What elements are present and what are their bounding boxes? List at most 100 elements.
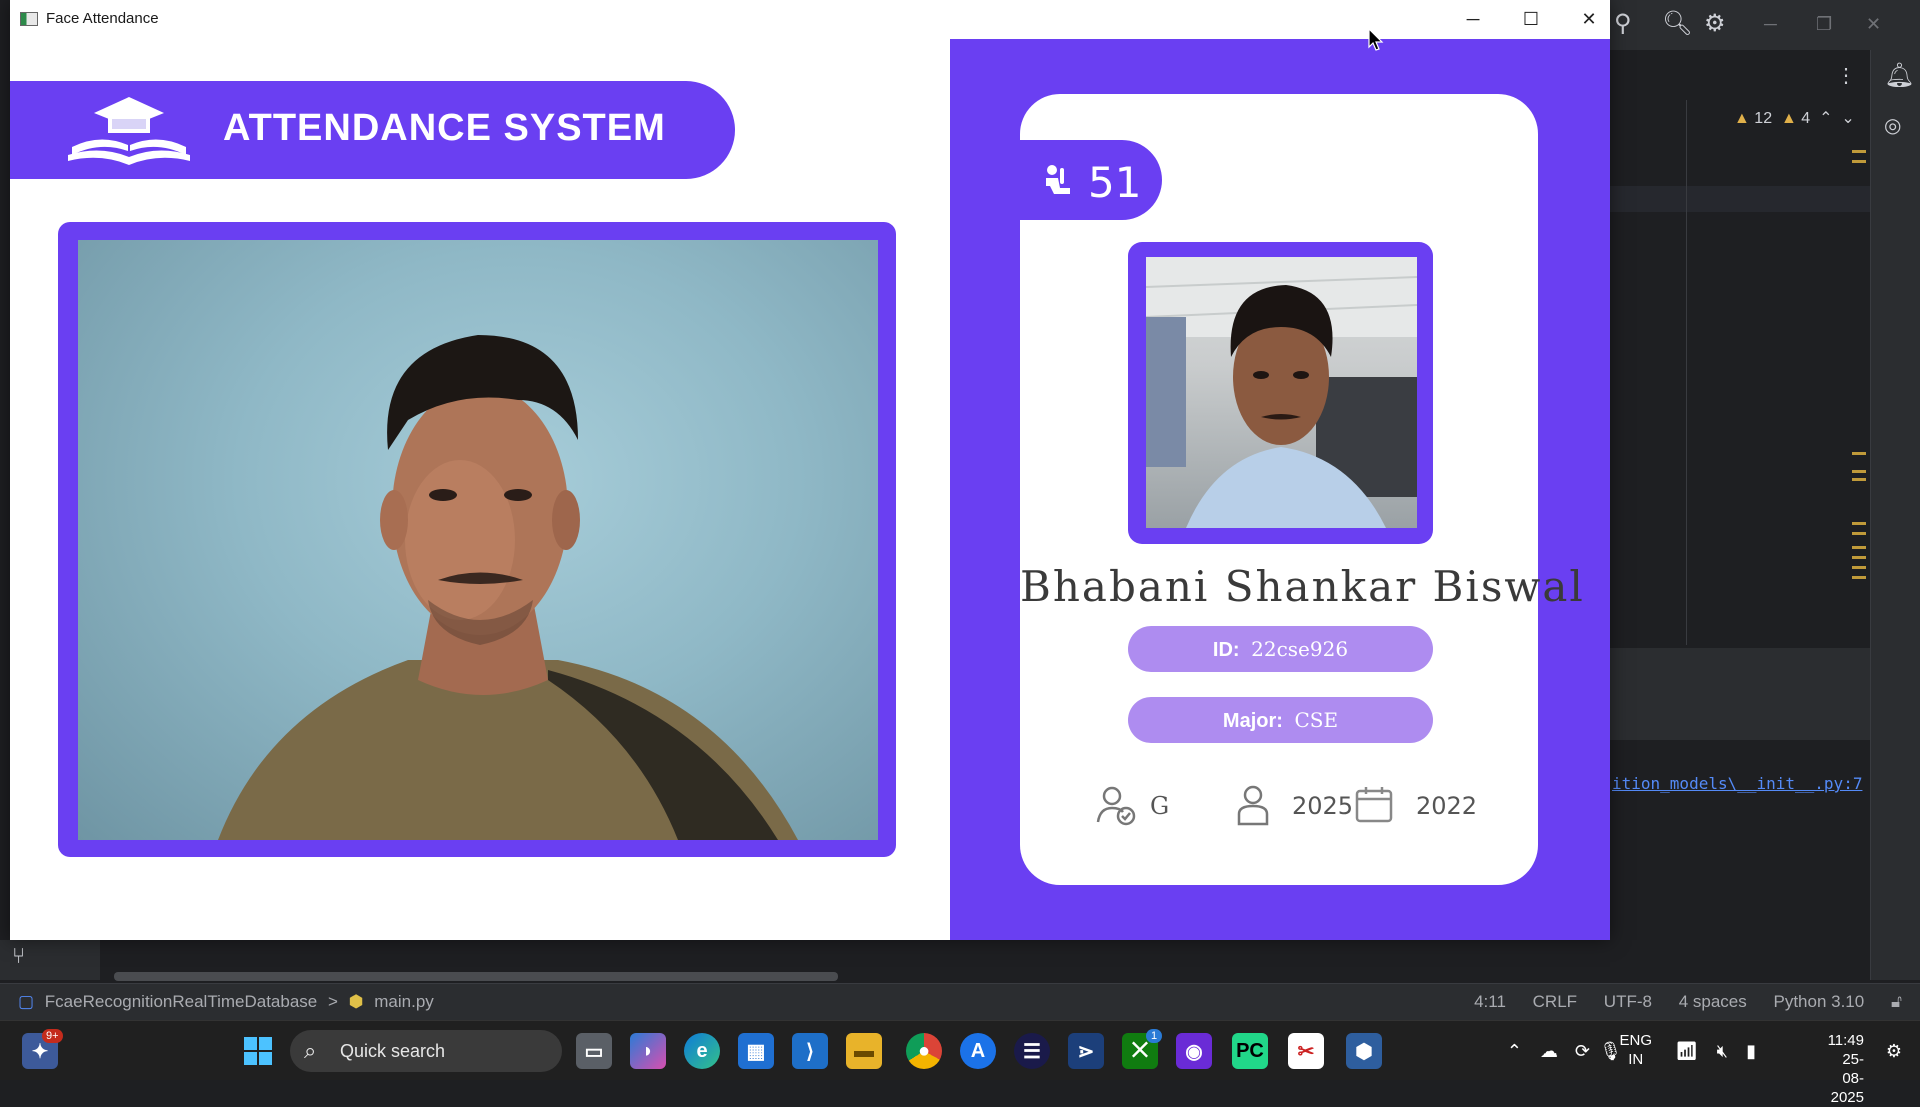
edge-icon[interactable]: e — [684, 1033, 720, 1069]
module-icon: ▢ — [18, 992, 35, 1011]
left-tool-strip: ⑂ — [0, 940, 100, 980]
scroll-marker — [1852, 150, 1866, 153]
sync-icon[interactable]: ⟳ — [1575, 1039, 1590, 1063]
snipping-tool-icon[interactable]: ✂ — [1288, 1033, 1324, 1069]
clock-time: 11:49 — [1827, 1032, 1864, 1049]
eclipse-icon[interactable]: ☰ — [1014, 1033, 1050, 1069]
breadcrumb-separator: > — [328, 992, 338, 1011]
breadcrumb-project[interactable]: FcaeRecognitionRealTimeDatabase — [45, 992, 317, 1011]
major-value: CSE — [1294, 708, 1339, 732]
face-attendance-window: Face Attendance ─ ☐ ✕ ATTENDANCE SYSTEM — [10, 0, 1610, 940]
weak-warning-count: 4 — [1801, 110, 1811, 127]
minimize-button[interactable]: ─ — [1444, 0, 1502, 39]
warning-icon: ▲ — [1734, 110, 1750, 127]
notifications-icon[interactable]: ⚙ — [1886, 1039, 1902, 1063]
minimize-icon[interactable]: ─ — [1764, 12, 1777, 36]
id-value: 22cse926 — [1251, 637, 1349, 661]
app-a-icon[interactable]: A — [960, 1033, 996, 1069]
xbox-badge: 1 — [1146, 1029, 1163, 1043]
taskbar-search[interactable]: ⌕ Quick search — [290, 1030, 562, 1072]
user-check-icon — [1096, 786, 1136, 826]
scroll-marker — [1852, 576, 1866, 579]
scroll-marker — [1852, 556, 1866, 559]
file-explorer-icon[interactable]: ▬ — [846, 1033, 882, 1069]
gear-icon[interactable]: ⚙ — [1704, 12, 1726, 36]
webcam-feed — [78, 240, 878, 840]
calendar-icon — [1355, 787, 1393, 823]
vscode-icon[interactable]: ⟩ — [792, 1033, 828, 1069]
student-portrait-image — [1146, 257, 1417, 528]
clock-date: 25-08-2025 — [1830, 1051, 1864, 1106]
task-view-icon[interactable]: ▭ — [576, 1033, 612, 1069]
scroll-marker — [1852, 522, 1866, 525]
copilot-icon[interactable]: ◗ — [630, 1033, 666, 1069]
right-pane: 51 Bhabani Shankar Biswal ID: 22cse926 M… — [950, 39, 1610, 940]
chrome-icon[interactable]: ● — [906, 1033, 942, 1069]
caret-position[interactable]: 4:11 — [1474, 992, 1506, 1011]
language-indicator[interactable]: ENG IN — [1619, 1031, 1652, 1069]
warning-count: 12 — [1754, 110, 1773, 127]
python-interpreter[interactable]: Python 3.10 — [1773, 992, 1864, 1011]
current-line-highlight — [1610, 186, 1870, 212]
scroll-marker — [1852, 470, 1866, 473]
app-heading: ATTENDANCE SYSTEM — [223, 107, 666, 149]
python-app-icon[interactable]: ⬢ — [1346, 1033, 1382, 1069]
bell-icon[interactable]: 🔔︎ — [1884, 64, 1914, 88]
inspection-widget[interactable]: ▲ 12 ▲ 4 ⌃ ⌄ — [1734, 108, 1855, 128]
graduation-cap-book-icon — [68, 97, 190, 165]
file-encoding[interactable]: UTF-8 — [1604, 992, 1652, 1011]
close-icon[interactable]: ✕ — [1866, 12, 1881, 36]
scroll-marker — [1852, 160, 1866, 163]
student-photo — [1146, 257, 1417, 528]
indent-setting[interactable]: 4 spaces — [1679, 992, 1747, 1011]
chevron-down-icon[interactable]: ⌄ — [1841, 110, 1854, 127]
language-code: ENG — [1619, 1032, 1652, 1049]
weak-warning-icon: ▲ — [1780, 110, 1797, 127]
terminal-app-icon[interactable]: ⋗ — [1068, 1033, 1104, 1069]
chevron-up-icon[interactable]: ⌃ — [1507, 1039, 1522, 1063]
student-major-pill: Major: CSE — [1128, 697, 1433, 743]
region-code: IN — [1628, 1051, 1644, 1068]
attendance-count-badge: 51 — [1020, 140, 1162, 220]
notification-badge: 9+ — [42, 1029, 63, 1043]
scroll-marker — [1852, 532, 1866, 535]
person-icon — [1237, 785, 1269, 826]
mouse-cursor-icon — [1368, 28, 1384, 51]
python-file-icon: ⬢ — [348, 992, 364, 1011]
store-icon[interactable]: ▦ — [738, 1033, 774, 1069]
speaker-muted-icon[interactable]: 🔇︎ — [1717, 1039, 1728, 1063]
chevron-up-icon[interactable]: ⌃ — [1819, 110, 1832, 127]
clock[interactable]: 11:49 25-08-2025 — [1828, 1031, 1864, 1107]
search-placeholder: Quick search — [340, 1041, 446, 1061]
starting-year-value: 2022 — [1416, 792, 1478, 820]
line-separator[interactable]: CRLF — [1533, 992, 1577, 1011]
raised-hand-person-icon — [1046, 165, 1070, 194]
search-icon[interactable]: 🔍︎ — [1662, 12, 1692, 36]
lock-icon[interactable]: 🔓︎ — [1891, 992, 1902, 1011]
pycharm-icon[interactable]: PC — [1232, 1033, 1268, 1069]
maximize-button[interactable]: ☐ — [1502, 0, 1560, 39]
horizontal-scrollbar[interactable] — [114, 972, 838, 981]
standing-value: G — [1150, 792, 1170, 820]
major-label: Major: — [1222, 710, 1283, 732]
traceback-link[interactable]: ition_models\__init__.py:7 — [1612, 774, 1862, 793]
onedrive-icon[interactable]: ☁ — [1540, 1039, 1558, 1063]
start-icon[interactable] — [240, 1033, 276, 1069]
header-banner: ATTENDANCE SYSTEM — [10, 81, 735, 179]
more-options-icon[interactable]: ⋮ — [1836, 64, 1856, 88]
close-button[interactable]: ✕ — [1560, 0, 1618, 39]
wifi-icon[interactable]: 📶︎ — [1675, 1039, 1698, 1063]
battery-icon[interactable]: ▮ — [1746, 1039, 1756, 1063]
app-camera-icon[interactable]: ◉ — [1176, 1033, 1212, 1069]
ai-assistant-icon[interactable]: ◎ — [1884, 114, 1901, 138]
scroll-marker — [1852, 478, 1866, 481]
git-branch-icon[interactable]: ⑂ — [12, 944, 25, 968]
breadcrumb-file[interactable]: main.py — [374, 992, 434, 1011]
breadcrumb: ▢ FcaeRecognitionRealTimeDatabase > ⬢ ma… — [18, 992, 440, 1012]
restore-icon[interactable]: ❐ — [1816, 12, 1832, 36]
scroll-marker — [1852, 546, 1866, 549]
run-panel-header — [1610, 648, 1870, 740]
student-info-card: 51 Bhabani Shankar Biswal ID: 22cse926 M… — [1020, 94, 1583, 885]
search-icon: ⌕ — [304, 1038, 317, 1063]
webcam-frame — [58, 222, 896, 857]
